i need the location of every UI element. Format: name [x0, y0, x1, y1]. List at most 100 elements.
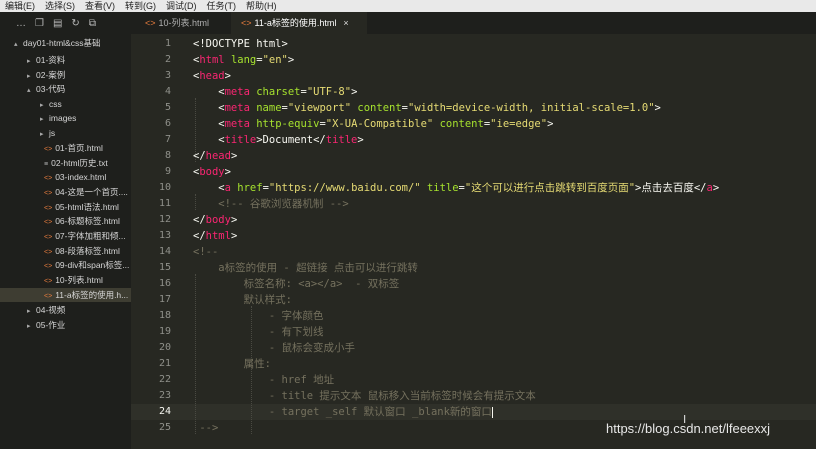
menu-item[interactable]: 选择(S): [40, 0, 80, 12]
explorer-toolbar: … ❐ ▤ ↻ ⧉: [0, 12, 131, 34]
tree-file-item[interactable]: <> 07-字体加粗和倾...: [0, 229, 131, 243]
more-icon[interactable]: …: [16, 18, 26, 29]
explorer-sidebar: … ❐ ▤ ↻ ⧉ ▴ day01-html&css基础 ▸ 01-资料 ▸ 02-案例 ▴…: [0, 12, 131, 449]
tree-folder-item[interactable]: ▴ 03-代码: [0, 82, 131, 96]
code-token: 标签名称: <a></a> - 双标签: [193, 278, 400, 290]
menu-item[interactable]: 任务(T): [202, 0, 242, 12]
code-token: lang: [230, 54, 257, 66]
code-token: >: [224, 166, 231, 178]
tree-file-item[interactable]: <> 05-html语法.html: [0, 200, 131, 214]
code-token: >点击去百度</: [635, 182, 707, 194]
code-line: <meta name="viewport" content="width=dev…: [193, 100, 661, 116]
tree-folder-item[interactable]: ▸ js: [0, 126, 131, 140]
chevron-right-icon[interactable]: ▸: [40, 99, 49, 111]
code-token: "viewport": [287, 102, 352, 114]
tree-folder-item[interactable]: ▸ 01-资料: [0, 53, 131, 67]
code-line: - 鼠标会变成小手: [193, 340, 355, 356]
tree-item-label: 05-作业: [36, 320, 66, 330]
code-line: <title>Document</title>: [193, 132, 363, 148]
chevron-right-icon[interactable]: ▸: [27, 305, 36, 317]
code-token: >Document</: [256, 134, 326, 146]
tree-item-label: 05-html语法.html: [55, 202, 119, 212]
watermark: https://blog.csdn.net/lfeeexxj: [606, 421, 771, 436]
new-folder-icon[interactable]: ▤: [53, 18, 62, 29]
line-number: 19: [158, 326, 171, 337]
tree-file-item[interactable]: <> 08-段落标签.html: [0, 244, 131, 258]
tree-file-item[interactable]: <> 10-列表.html: [0, 273, 131, 287]
code-line: <!-- 谷歌浏览器机制 -->: [193, 196, 348, 212]
code-token: - 鼠标会变成小手: [193, 342, 356, 354]
code-token: html: [205, 230, 231, 242]
code-line: - title 提示文本 鼠标移入当前标签时候会有提示文本: [193, 388, 536, 404]
html-file-icon: <>: [241, 18, 252, 28]
tree-item-label: day01-html&css基础: [23, 38, 101, 48]
tree-folder-item[interactable]: ▸ images: [0, 111, 131, 125]
tree-file-item[interactable]: <> 11-a标签的使用.h...: [0, 288, 131, 302]
tree-folder-item[interactable]: ▸ 04-视频: [0, 303, 131, 317]
code-editor[interactable]: 1 2 3 4 5 6 7 8 9 10 11 12 13 14 15 16 17 18 19 20 21 22 23 24 2…: [131, 34, 816, 449]
code-token: http-equiv: [256, 118, 320, 130]
tree-item-label: 09-div和span标签...: [55, 260, 130, 270]
tree-folder-item[interactable]: ▸ 02-案例: [0, 68, 131, 82]
code-token: charset: [256, 86, 301, 98]
code-line: - 有下划线: [193, 324, 324, 340]
tree-folder-item[interactable]: ▴ day01-html&css基础: [0, 36, 131, 50]
tab-label: 11-a标签的使用.html: [254, 18, 337, 28]
tree-file-item[interactable]: <> 03-index.html: [0, 170, 131, 184]
tab-list-html[interactable]: <> 10-列表.html: [135, 12, 227, 34]
refresh-icon[interactable]: ↻: [71, 18, 79, 29]
code-token: head: [199, 70, 225, 82]
menu-item[interactable]: 帮助(H): [241, 0, 282, 12]
tree-file-item[interactable]: <> 04-这是一个首页....: [0, 185, 131, 199]
chevron-right-icon[interactable]: ▸: [27, 70, 36, 82]
tree-item-label: 07-字体加粗和倾...: [55, 231, 126, 241]
chevron-down-icon[interactable]: ▴: [14, 38, 23, 50]
tree-file-item[interactable]: <> 01-首页.html: [0, 141, 131, 155]
code-token: "ie=edge": [490, 118, 548, 130]
code-token: meta: [224, 102, 250, 114]
code-token: html: [199, 54, 225, 66]
tree-item-label: 02-html历史.txt: [51, 158, 108, 168]
new-file-icon[interactable]: ❐: [35, 18, 44, 29]
line-number: 5: [164, 102, 171, 113]
menu-item[interactable]: 调试(D): [161, 0, 202, 12]
tree-file-item[interactable]: <> 06-标题标签.html: [0, 214, 131, 228]
text-file-icon: ≡: [44, 161, 49, 168]
code-line: </body>: [193, 212, 237, 228]
tree-file-item[interactable]: <> 09-div和span标签...: [0, 258, 131, 272]
chevron-right-icon[interactable]: ▸: [40, 128, 49, 140]
html-file-icon: <>: [44, 278, 53, 285]
tree-item-label: 04-这是一个首页....: [55, 187, 128, 197]
close-icon[interactable]: ×: [343, 18, 348, 28]
chevron-right-icon[interactable]: ▸: [40, 113, 49, 125]
collapse-icon[interactable]: ⧉: [89, 18, 96, 29]
html-file-icon: <>: [145, 18, 156, 28]
tab-a-tag-html[interactable]: <> 11-a标签的使用.html ×: [231, 12, 367, 34]
code-line: <meta charset="UTF-8">: [193, 84, 357, 100]
code-token: </: [193, 214, 206, 226]
tree-item-label: js: [49, 128, 56, 138]
line-number: 13: [158, 230, 171, 241]
code-token: <!--: [193, 246, 219, 258]
chevron-right-icon[interactable]: ▸: [27, 320, 36, 332]
code-token: </: [193, 150, 206, 162]
menu-item[interactable]: 编辑(E): [0, 0, 40, 12]
html-file-icon: <>: [44, 234, 53, 241]
menu-item[interactable]: 转到(G): [120, 0, 161, 12]
tree-file-item[interactable]: ≡ 02-html历史.txt: [0, 156, 131, 170]
tree-item-label: images: [49, 113, 77, 123]
code-token: href: [237, 182, 263, 194]
code-token: <!DOCTYPE html>: [193, 38, 288, 50]
chevron-right-icon[interactable]: ▸: [27, 55, 36, 67]
code-token: - 字体颜色: [193, 310, 324, 322]
menu-bar: 编辑(E) 选择(S) 查看(V) 转到(G) 调试(D) 任务(T) 帮助(H): [0, 0, 816, 12]
line-number: 15: [158, 262, 171, 273]
code-token: "https://www.baidu.com/": [268, 182, 421, 194]
code-line: <body>: [193, 164, 231, 180]
code-token: content: [439, 118, 484, 130]
code-token: body: [199, 166, 225, 178]
menu-item[interactable]: 查看(V): [80, 0, 120, 12]
tree-folder-item[interactable]: ▸ 05-作业: [0, 318, 131, 332]
chevron-down-icon[interactable]: ▴: [27, 84, 36, 96]
tree-folder-item[interactable]: ▸ css: [0, 97, 131, 111]
